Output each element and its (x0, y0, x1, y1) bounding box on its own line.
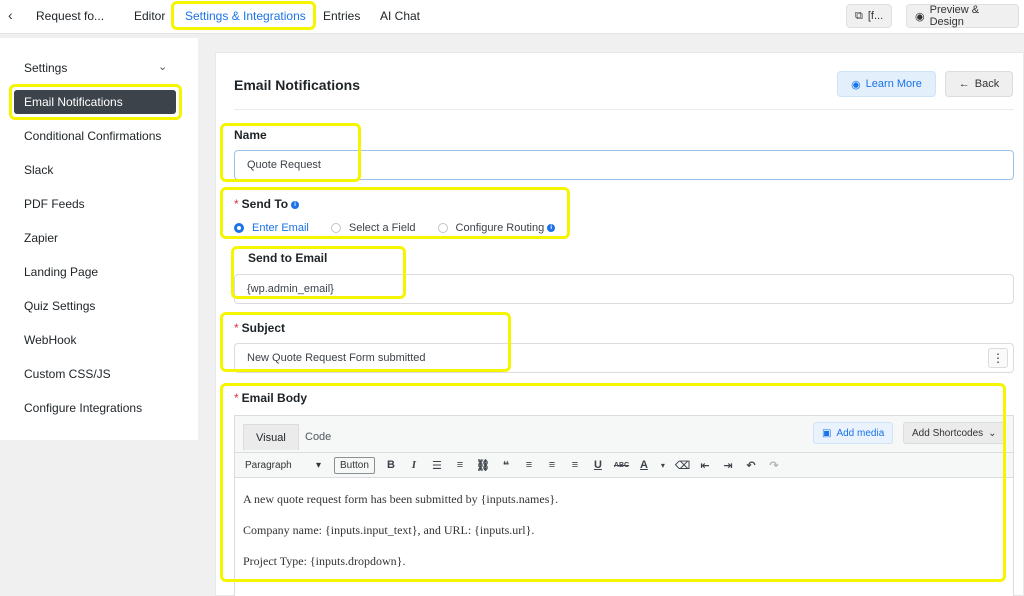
arrow-left-icon: ← (958, 78, 970, 90)
sidebar-item-zapier[interactable]: Zapier (24, 231, 58, 245)
sidebar-item-custom-css-js[interactable]: Custom CSS/JS (24, 367, 111, 381)
radio-configure-routing[interactable]: Configure Routing i (437, 222, 556, 234)
numbered-list-icon[interactable]: ≡ (453, 459, 467, 471)
send-to-email-label: Send to Email (248, 251, 328, 265)
align-left-icon[interactable]: ≡ (522, 459, 536, 471)
email-body-editor: Visual Code ▣ Add media Add Shortcodes ⌄… (234, 415, 1014, 596)
undo-icon[interactable]: ↶ (744, 459, 758, 472)
caret-down-icon[interactable]: ▾ (660, 461, 666, 470)
tab-editor[interactable]: Editor (134, 9, 165, 23)
send-to-radio-group: Enter Email Select a Field Configure Rou… (234, 221, 577, 235)
learn-more-button[interactable]: ◉ Learn More (837, 71, 936, 97)
email-body-label: * Email Body (234, 391, 308, 405)
required-asterisk: * (234, 197, 239, 211)
sidebar-item-slack[interactable]: Slack (24, 163, 53, 177)
sidebar-item-quiz-settings[interactable]: Quiz Settings (24, 299, 95, 313)
strikethrough-icon[interactable]: ABC (614, 462, 629, 469)
bold-icon[interactable]: B (384, 459, 398, 471)
italic-icon[interactable]: I (407, 459, 421, 471)
info-icon[interactable]: i (547, 224, 556, 232)
editor-toolbar: Paragraph ▾ Button B I ☰ ≡ ⛓ ❝ ≡ ≡ ≡ U A… (235, 452, 1013, 478)
underline-icon[interactable]: U (591, 459, 605, 471)
tab-visual[interactable]: Visual (243, 424, 299, 450)
back-button[interactable]: ← Back (945, 71, 1013, 97)
sidebar-item-webhook[interactable]: WebHook (24, 333, 76, 347)
indent-icon[interactable]: ⇥ (721, 459, 735, 472)
send-to-label: * Send To i (234, 197, 300, 211)
text-color-icon[interactable]: A (637, 459, 651, 471)
link-icon[interactable]: ⛓ (476, 459, 490, 472)
tab-settings-integrations[interactable]: Settings & Integrations (185, 9, 306, 23)
blockquote-icon[interactable]: ❝ (499, 459, 513, 472)
button-insert-button[interactable]: Button (334, 456, 375, 474)
divider (234, 109, 1014, 110)
bulleted-list-icon[interactable]: ☰ (430, 459, 444, 472)
align-right-icon[interactable]: ≡ (568, 459, 582, 471)
chevron-down-icon: ⌄ (988, 427, 997, 439)
paragraph-select[interactable]: Paragraph ▾ (241, 456, 325, 474)
sidebar-item-landing-page[interactable]: Landing Page (24, 265, 98, 279)
align-center-icon[interactable]: ≡ (545, 459, 559, 471)
info-icon[interactable]: i (291, 200, 300, 209)
sidebar-item-configure-integrations[interactable]: Configure Integrations (24, 401, 142, 415)
radio-unchecked-icon (330, 223, 341, 233)
radio-checked-icon (234, 223, 244, 233)
tab-ai-chat[interactable]: AI Chat (380, 9, 420, 23)
sidebar-item-conditional-confirmations[interactable]: Conditional Confirmations (24, 129, 161, 143)
sidebar-item-email-notifications[interactable]: Email Notifications (14, 90, 176, 114)
media-icon: ▣ (822, 427, 832, 439)
outdent-icon[interactable]: ⇤ (698, 459, 712, 472)
top-bar: ‹ Request fo... Editor Settings & Integr… (0, 0, 1024, 34)
body-line: A new quote request form has been submit… (243, 492, 559, 506)
subject-input[interactable]: New Quote Request Form submitted (234, 343, 1014, 373)
required-asterisk: * (234, 321, 239, 335)
sidebar: Settings ⌄ Email Notifications Condition… (0, 38, 198, 440)
chevron-down-icon[interactable]: ⌄ (158, 60, 167, 73)
sidebar-item-pdf-feeds[interactable]: PDF Feeds (24, 197, 85, 211)
eraser-icon[interactable]: ⌫ (675, 459, 691, 472)
required-asterisk: * (234, 391, 239, 405)
caret-down-icon: ▾ (315, 459, 321, 471)
add-media-button[interactable]: ▣ Add media (813, 422, 894, 444)
radio-select-field[interactable]: Select a Field (330, 222, 416, 234)
redo-icon[interactable]: ↷ (767, 459, 781, 472)
sidebar-item-settings[interactable]: Settings (24, 61, 67, 75)
page-title: Email Notifications (234, 77, 361, 93)
send-to-email-input[interactable]: {wp.admin_email} (234, 274, 1014, 304)
play-circle-icon: ◉ (851, 78, 861, 91)
shortcode-button[interactable]: ⧉ [f... (846, 4, 893, 28)
add-shortcodes-dropdown[interactable]: Add Shortcodes ⌄ (903, 422, 1006, 444)
back-chevron-icon[interactable]: ‹ (8, 7, 13, 23)
tab-code[interactable]: Code (293, 424, 343, 450)
form-title: Request fo... (36, 9, 105, 23)
email-notifications-panel: Email Notifications ◉ Learn More ← Back … (215, 52, 1024, 596)
subject-label: * Subject (234, 321, 286, 335)
editor-content[interactable]: A new quote request form has been submit… (235, 478, 1013, 596)
eye-icon: ◉ (915, 10, 925, 23)
body-line: Project Type: {inputs.dropdown}. (243, 554, 406, 568)
tab-entries[interactable]: Entries (323, 9, 360, 23)
radio-enter-email[interactable]: Enter Email (234, 222, 309, 234)
name-input[interactable]: Quote Request (234, 150, 1014, 180)
radio-unchecked-icon (437, 223, 448, 233)
body-line: Company name: {inputs.input_text}, and U… (243, 523, 535, 537)
more-options-icon[interactable]: ⋮ (988, 348, 1008, 368)
copy-icon: ⧉ (855, 9, 863, 22)
name-label: Name (234, 128, 267, 142)
preview-design-button[interactable]: ◉ Preview & Design (906, 4, 1019, 28)
